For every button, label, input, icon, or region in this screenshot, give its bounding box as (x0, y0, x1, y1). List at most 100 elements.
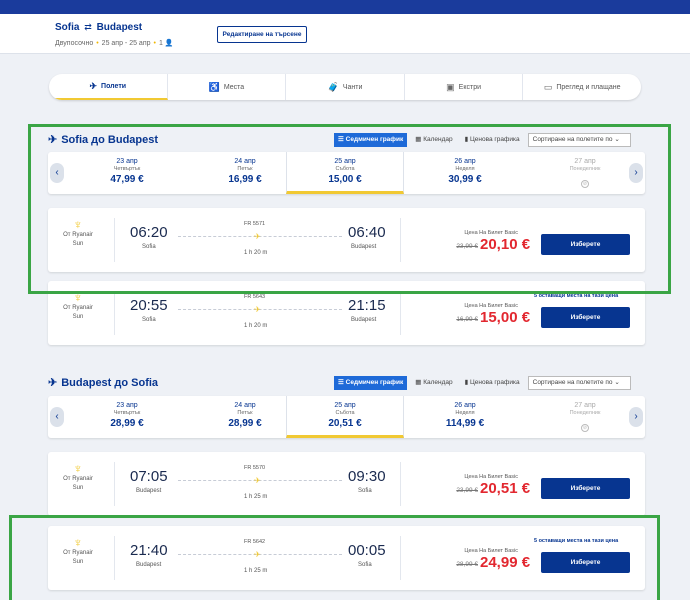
plane-icon: ✈ (254, 550, 261, 559)
swap-arrows-icon: ⇄ (84, 22, 92, 32)
fare-price: 24,99 € (480, 554, 531, 571)
airline-info: ♆ От Ryanair Sun (58, 217, 98, 249)
airline-info: ♆ От Ryanair Sun (58, 536, 98, 567)
airline-info: ♆ От Ryanair Sun (58, 290, 98, 322)
step-flights[interactable]: ✈ Полети (49, 74, 168, 100)
next-dates-button[interactable]: › (629, 407, 643, 427)
edit-search-button[interactable]: Редактиране на търсене (217, 26, 307, 43)
flight-duration: 1 h 20 m (244, 250, 268, 256)
step-seats[interactable]: ♿ Места (168, 74, 287, 100)
bag-icon: 🧳 (327, 81, 339, 92)
arrival-time: 09:30 (348, 468, 386, 485)
inbound-title: ✈ Budapest до Sofia (48, 377, 159, 389)
arrival-city: Sofia (358, 562, 372, 568)
plane-icon: ✈ (254, 476, 261, 485)
chevron-left-icon: ‹ (55, 411, 59, 422)
flight-card: ♆ От Ryanair Sun 07:05 Budapest FR 5570 ✈ … (48, 452, 645, 516)
ryanair-harp-icon: ♆ (73, 290, 83, 305)
seat-icon: ♿ (208, 81, 220, 92)
flight-duration: 1 h 25 m (244, 494, 268, 500)
date-carousel: ‹ 23 апр Четвъртък 47,99 € 24 апр Петък 16,9… (48, 152, 645, 194)
flight-card: ♆ От Ryanair Sun 20:55 Sofia FR 5643 ✈ 1 h… (48, 281, 645, 345)
calendar-view-tab[interactable]: ▦ Календар (411, 376, 456, 390)
seats-left-note: 5 оставащи места на тази цена (534, 293, 619, 299)
departure-time: 21:40 (130, 542, 168, 559)
no-flight-icon: ⊘ (581, 424, 589, 432)
flight-card: ♆ От Ryanair Sun 21:40 Budapest FR 5642 ✈ … (48, 526, 645, 590)
ryanair-harp-icon: ♆ (73, 217, 83, 232)
select-flight-button[interactable]: Изберете (541, 234, 630, 255)
person-icon: 👤 (164, 40, 174, 47)
plane-icon: ✈ (254, 305, 261, 314)
card-icon: ▭ (543, 81, 553, 92)
ryanair-harp-icon: ♆ (73, 461, 83, 476)
arrival-city: Budapest (351, 317, 377, 323)
date-option-unavailable: 27 апр Понеделник ⊘ (569, 402, 601, 432)
trip-meta: Двупосочно • 25 апр - 25 апр • 1 👤 (55, 40, 174, 47)
departure-city: Sofia (142, 244, 156, 250)
chevron-right-icon: › (634, 411, 638, 422)
top-brand-bar (0, 0, 690, 14)
flight-number: FR 5570 (244, 465, 266, 471)
arrival-time: 06:40 (348, 224, 386, 241)
date-option[interactable]: 26 апр Неделя 114,99 € (406, 396, 524, 438)
outbound-title: ✈ Sofia до Budapest (48, 134, 159, 146)
sort-dropdown[interactable]: Сортиране на полетите по ⌄ (527, 133, 631, 147)
flight-card: ♆ От Ryanair Sun 06:20 Sofia FR 5571 ✈ 1 h… (48, 208, 645, 272)
step-bags[interactable]: 🧳 Чанти (286, 74, 405, 100)
departure-time: 06:20 (130, 224, 168, 241)
arrival-time: 00:05 (348, 542, 386, 559)
arrival-city: Budapest (351, 244, 377, 250)
view-tools: ☰ Седмичен график ▦ Календар ▮ Ценова гр… (334, 376, 631, 390)
chevron-right-icon: › (634, 167, 638, 178)
sort-dropdown[interactable]: Сортиране на полетите по ⌄ (527, 376, 631, 390)
prev-dates-button[interactable]: ‹ (50, 163, 64, 183)
flight-number: FR 5643 (244, 294, 266, 300)
flight-number: FR 5642 (244, 539, 266, 545)
date-option[interactable]: 23 апр Четвъртък 47,99 € (68, 152, 186, 194)
weekly-view-tab[interactable]: ☰ Седмичен график (334, 133, 408, 147)
booking-steps: ✈ Полети ♿ Места 🧳 Чанти ▣ Екстри ▭ Преглед и… (49, 74, 641, 100)
calendar-view-tab[interactable]: ▦ Календар (411, 133, 456, 147)
chevron-down-icon: ⌄ (614, 379, 620, 386)
plane-icon: ✈ (89, 80, 98, 91)
departure-time: 20:55 (130, 297, 168, 314)
arrival-city: Sofia (358, 488, 372, 494)
select-flight-button[interactable]: Изберете (541, 552, 630, 573)
flight-duration: 1 h 20 m (244, 323, 268, 329)
flight-duration: 1 h 25 m (244, 568, 268, 574)
date-option-selected[interactable]: 25 апр Събота 20,51 € (286, 396, 404, 438)
select-flight-button[interactable]: Изберете (541, 307, 630, 328)
chevron-left-icon: ‹ (55, 167, 59, 178)
seats-left-note: 5 оставащи места на тази цена (534, 538, 619, 544)
airline-info: ♆ От Ryanair Sun (58, 461, 98, 493)
chevron-down-icon: ⌄ (614, 136, 620, 143)
step-review-payment[interactable]: ▭ Преглед и плащане (523, 74, 641, 100)
fare-price: 20,10 € (480, 236, 531, 253)
departure-city: Budapest (136, 562, 162, 568)
view-tools: ☰ Седмичен график ▦ Календар ▮ Ценова гр… (334, 133, 631, 147)
fare-price: 15,00 € (480, 309, 531, 326)
next-dates-button[interactable]: › (629, 163, 643, 183)
flight-number: FR 5571 (244, 221, 266, 227)
price-chart-tab[interactable]: ▮ Ценова графика (461, 376, 524, 390)
departure-city: Sofia (142, 317, 156, 323)
search-summary-bar: Sofia ⇄ Budapest Двупосочно • 25 апр - 25 … (0, 14, 690, 54)
select-flight-button[interactable]: Изберете (541, 478, 630, 499)
date-option[interactable]: 23 апр Четвъртък 28,99 € (68, 396, 186, 438)
route-title: Sofia ⇄ Budapest (55, 22, 143, 33)
date-option[interactable]: 26 апр Неделя 30,99 € (406, 152, 524, 194)
plane-icon: ✈ (254, 232, 261, 241)
arrival-time: 21:15 (348, 297, 386, 314)
plane-icon: ✈ (48, 377, 58, 389)
price-chart-tab[interactable]: ▮ Ценова графика (461, 133, 524, 147)
step-extras[interactable]: ▣ Екстри (405, 74, 524, 100)
prev-dates-button[interactable]: ‹ (50, 407, 64, 427)
date-option-selected[interactable]: 25 апр Събота 15,00 € (286, 152, 404, 194)
plane-icon: ✈ (48, 134, 58, 146)
date-option-unavailable: 27 апр Понеделник ⊘ (569, 158, 601, 188)
weekly-view-tab[interactable]: ☰ Седмичен график (334, 376, 408, 390)
departure-time: 07:05 (130, 468, 168, 485)
date-carousel: ‹ 23 апр Четвъртък 28,99 € 24 апр Петък 28,9… (48, 396, 645, 438)
old-price: 23,99 € (456, 243, 478, 250)
